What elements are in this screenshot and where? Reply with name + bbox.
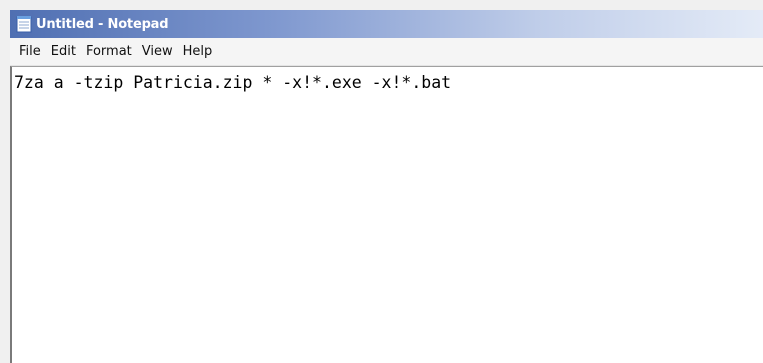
notepad-icon (16, 15, 32, 33)
menu-help[interactable]: Help (178, 42, 218, 61)
window-title: Untitled - Notepad (36, 16, 169, 32)
title-bar[interactable]: Untitled - Notepad (10, 10, 763, 38)
menu-view[interactable]: View (137, 42, 178, 61)
text-editor-area[interactable]: 7za a -tzip Patricia.zip * -x!*.exe -x!*… (10, 66, 763, 363)
menu-bar: File Edit Format View Help (10, 38, 763, 66)
menu-file[interactable]: File (14, 42, 46, 61)
editor-content[interactable]: 7za a -tzip Patricia.zip * -x!*.exe -x!*… (12, 67, 763, 99)
menu-edit[interactable]: Edit (46, 42, 81, 61)
menu-format[interactable]: Format (81, 42, 137, 61)
notepad-window: Untitled - Notepad File Edit Format View… (0, 0, 763, 363)
